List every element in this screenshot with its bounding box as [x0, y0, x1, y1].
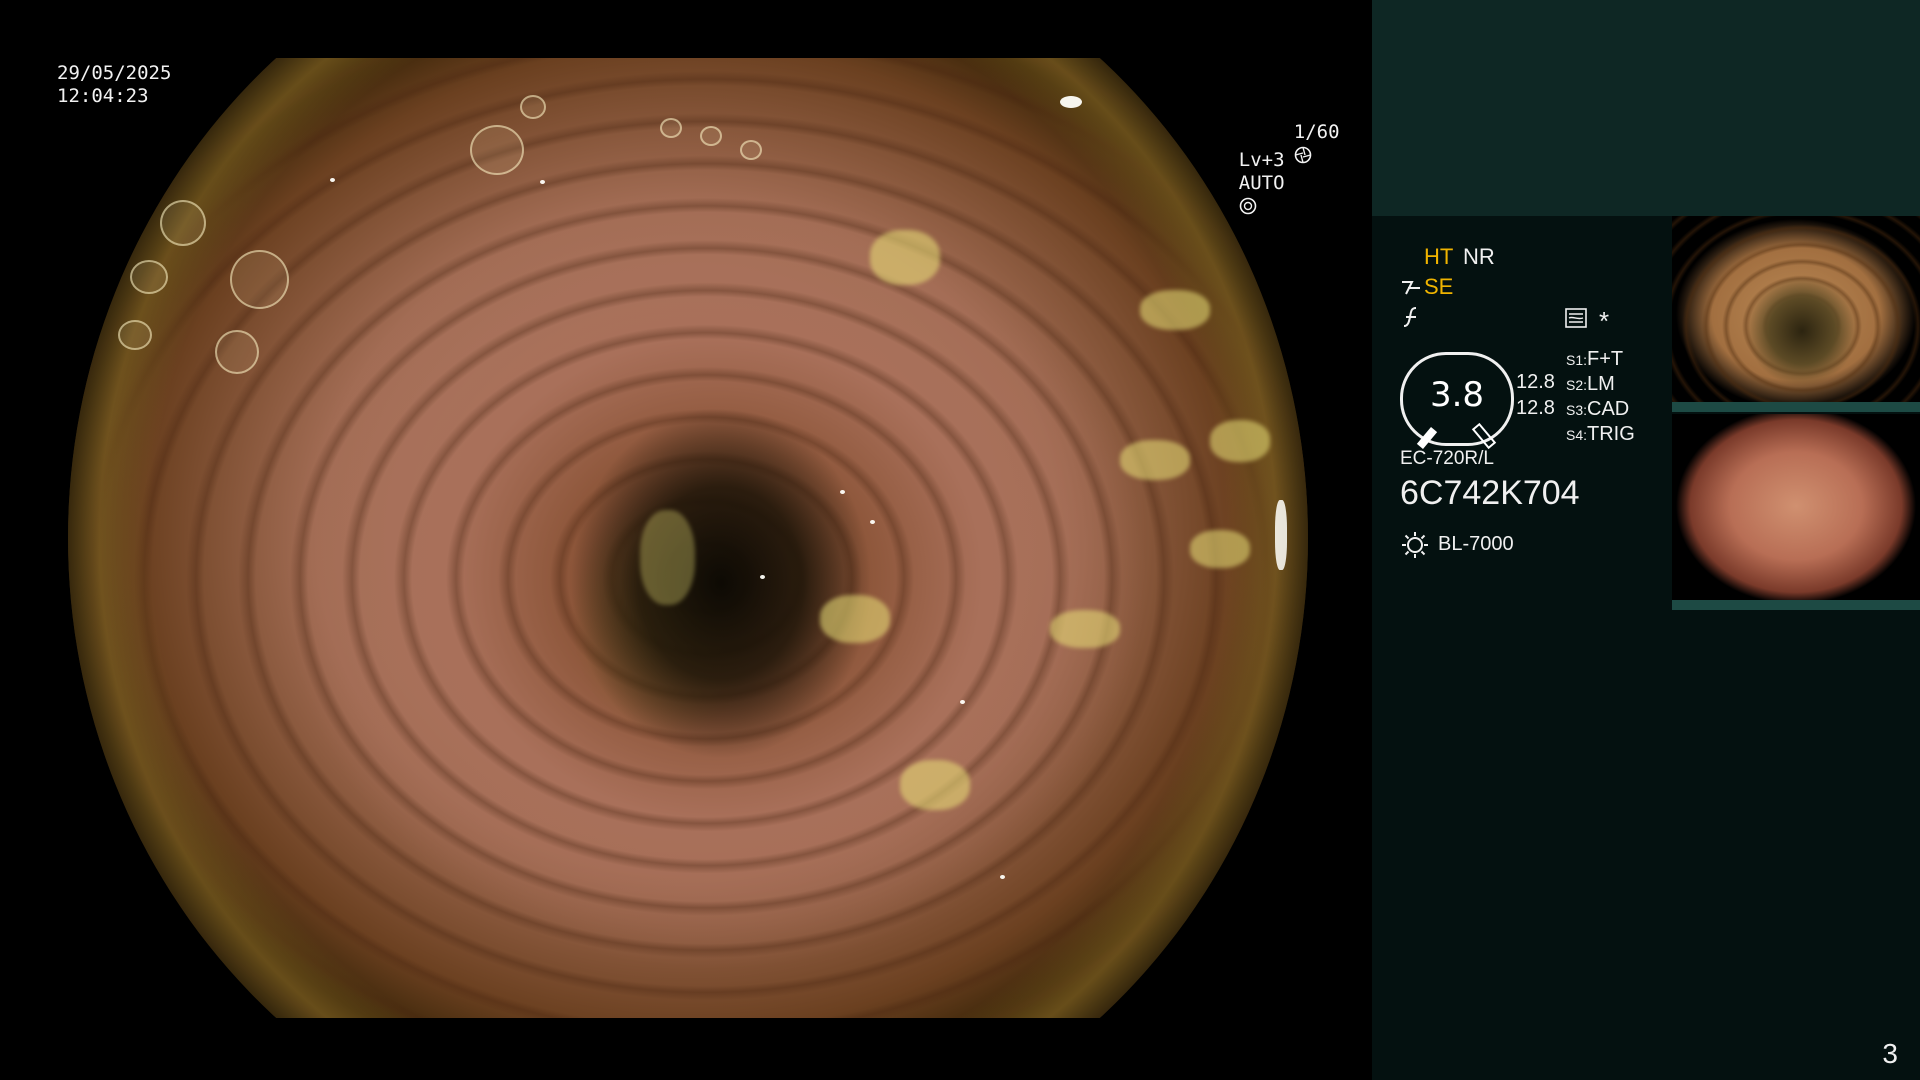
bubble	[118, 320, 152, 350]
bubble	[130, 260, 168, 294]
debris	[640, 510, 695, 605]
switch-key: S3:	[1566, 402, 1588, 418]
debris	[1120, 440, 1190, 480]
panel-header-area	[1372, 0, 1920, 216]
bubble	[740, 140, 762, 160]
glint	[870, 520, 875, 524]
thumbnail-bar	[1672, 402, 1920, 412]
scope-model: EC-720R/L	[1400, 448, 1494, 469]
iris-readout: Lv+3 AUTO	[1193, 126, 1285, 241]
snapshot-thumbnail-1[interactable]	[1672, 216, 1920, 412]
switch-row: S3:CAD	[1566, 398, 1629, 421]
gauge-value: 3.8	[1429, 375, 1485, 415]
switch-row: S2:LM	[1566, 373, 1615, 396]
snapshot-mark: *	[1599, 306, 1610, 336]
switch-value: TRIG	[1587, 423, 1635, 445]
glint	[330, 178, 335, 182]
thumbnail-bar	[1672, 600, 1920, 610]
switch-value: LM	[1587, 373, 1615, 395]
scope-serial: 6C742K704	[1400, 474, 1580, 512]
bubble	[160, 200, 206, 246]
nr-indicator: NR	[1463, 244, 1495, 269]
image-mode-icon	[1565, 308, 1587, 328]
page-number: 3	[1882, 1038, 1898, 1069]
switch-key: S1:	[1566, 352, 1588, 368]
debris	[1210, 420, 1270, 462]
iris-icon	[1239, 197, 1257, 215]
switch-key: S2:	[1566, 377, 1588, 393]
bubble	[230, 250, 289, 309]
date-text: 29/05/2025	[57, 62, 172, 84]
switch-row: S1:F+T	[1566, 348, 1623, 371]
snapshot-image-1	[1672, 216, 1920, 402]
glint	[840, 490, 845, 494]
switch-row: S4:TRIG	[1566, 423, 1635, 446]
debris	[820, 595, 890, 643]
debris	[1140, 290, 1210, 330]
glint	[760, 575, 765, 579]
light-source-icon	[1402, 532, 1428, 558]
glint	[1275, 500, 1287, 570]
level-text: Lv+3	[1238, 149, 1285, 171]
switch-key: S4:	[1566, 427, 1588, 443]
gauge-readout-1: 12.8	[1516, 371, 1555, 393]
bubble	[700, 126, 722, 146]
endoscope-view: 29/05/2025 12:04:23 1/60 Lv+3 AUTO	[0, 0, 1372, 1080]
gauge-readout-2: 12.8	[1516, 397, 1555, 419]
switch-value: F+T	[1587, 348, 1624, 370]
glint	[1060, 96, 1082, 108]
debris	[870, 230, 940, 285]
shutter-text: 1/60	[1293, 121, 1340, 143]
glint	[1000, 875, 1005, 879]
bubble	[660, 118, 682, 138]
shutter-icon	[1294, 146, 1312, 164]
bubble	[520, 95, 546, 119]
debris	[1190, 530, 1250, 568]
freeze-icon	[1403, 307, 1417, 327]
ht-indicator: HT	[1424, 244, 1454, 269]
switch-value: CAD	[1587, 398, 1630, 420]
snapshot-image-2	[1672, 414, 1920, 600]
glint	[540, 180, 545, 184]
bubble	[470, 125, 524, 175]
bubble	[215, 330, 259, 374]
structure-enhance-icon	[1402, 281, 1420, 295]
se-indicator: SE	[1424, 274, 1454, 299]
time-text: 12:04:23	[57, 85, 149, 107]
glint	[960, 700, 965, 704]
pressure-gauge: 3.8	[1400, 352, 1514, 450]
debris	[1050, 610, 1120, 648]
snapshot-thumbnail-2[interactable]	[1672, 414, 1920, 610]
debris	[900, 760, 970, 810]
iris-mode-text: AUTO	[1238, 172, 1285, 194]
light-source-model: BL-7000	[1438, 533, 1514, 555]
date-time-overlay: 29/05/2025 12:04:23	[57, 62, 171, 108]
